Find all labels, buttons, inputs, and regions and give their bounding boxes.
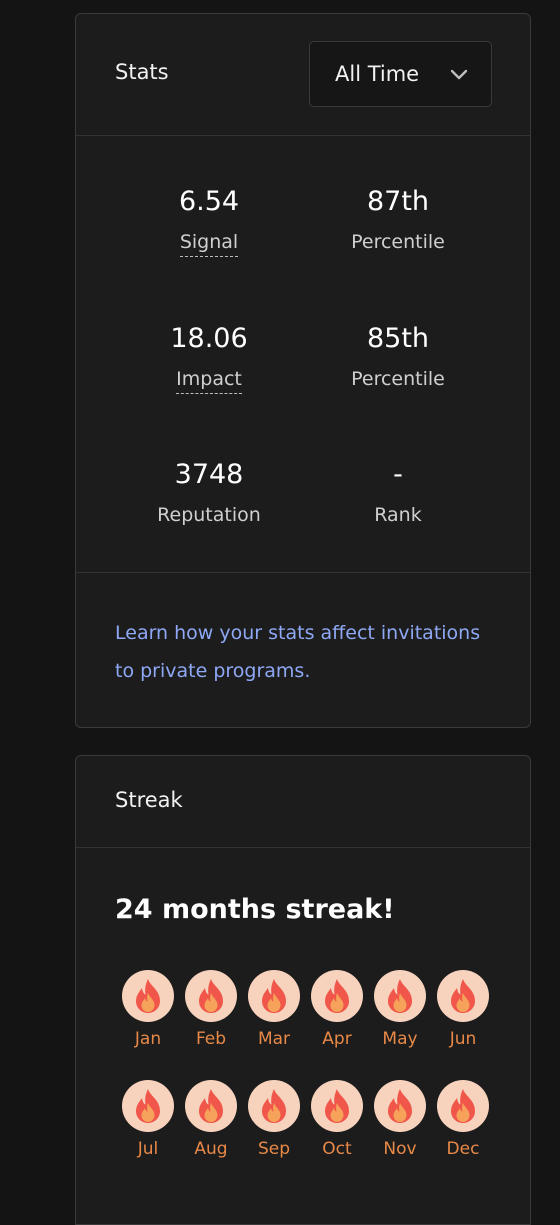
time-range-dropdown[interactable]: All Time: [309, 41, 492, 107]
badge-circle: [374, 970, 426, 1022]
month-badge-aug: Aug: [183, 1080, 239, 1159]
badge-circle: [311, 970, 363, 1022]
fire-icon: [262, 1089, 286, 1123]
month-label: Dec: [446, 1139, 480, 1159]
month-label: Jun: [449, 1029, 477, 1049]
month-badge-jan: Jan: [120, 970, 176, 1049]
reputation-label: Reputation: [157, 504, 261, 526]
impact-percentile-stat: 85th Percentile: [298, 323, 498, 391]
stats-header: Stats All Time: [76, 14, 530, 136]
rank-label: Rank: [374, 504, 422, 526]
signal-label[interactable]: Signal: [179, 230, 239, 257]
month-label: Nov: [383, 1139, 417, 1159]
badge-circle: [311, 1080, 363, 1132]
fire-icon: [136, 979, 160, 1013]
month-badge-mar: Mar: [246, 970, 302, 1049]
fire-icon: [199, 1089, 223, 1123]
time-range-value: All Time: [335, 62, 420, 86]
month-label: Jul: [137, 1139, 159, 1159]
stats-card: Stats All Time 6.54 Signal 87th Percenti…: [75, 13, 531, 728]
impact-percentile-label: Percentile: [351, 368, 445, 390]
month-label: Oct: [322, 1139, 352, 1159]
month-label: Mar: [257, 1029, 291, 1049]
fire-icon: [262, 979, 286, 1013]
month-label: Jan: [134, 1029, 162, 1049]
stats-title: Stats: [115, 60, 169, 84]
impact-value: 18.06: [170, 323, 248, 354]
month-label: Apr: [322, 1029, 352, 1049]
month-badge-may: May: [372, 970, 428, 1049]
streak-card: Streak 24 months streak! Jan Feb Mar Apr May…: [75, 755, 531, 1225]
badge-circle: [437, 970, 489, 1022]
month-label: May: [382, 1029, 418, 1049]
streak-header: Streak: [76, 756, 530, 848]
month-label: Feb: [195, 1029, 227, 1049]
month-badge-apr: Apr: [309, 970, 365, 1049]
reputation-value: 3748: [174, 459, 244, 490]
badge-circle: [248, 970, 300, 1022]
month-badge-feb: Feb: [183, 970, 239, 1049]
signal-percentile-stat: 87th Percentile: [298, 186, 498, 254]
rank-value: -: [393, 459, 403, 490]
fire-icon: [199, 979, 223, 1013]
signal-percentile-value: 87th: [366, 186, 430, 217]
learn-stats-link[interactable]: Learn how your stats affect invitations …: [115, 614, 505, 690]
fire-icon: [451, 979, 475, 1013]
month-badge-jun: Jun: [435, 970, 491, 1049]
month-badge-sep: Sep: [246, 1080, 302, 1159]
badge-circle: [122, 1080, 174, 1132]
badge-circle: [185, 970, 237, 1022]
month-label: Sep: [257, 1139, 291, 1159]
month-badge-nov: Nov: [372, 1080, 428, 1159]
fire-icon: [325, 1089, 349, 1123]
badge-circle: [437, 1080, 489, 1132]
month-badge-oct: Oct: [309, 1080, 365, 1159]
impact-label[interactable]: Impact: [176, 367, 242, 394]
fire-icon: [451, 1089, 475, 1123]
badge-circle: [185, 1080, 237, 1132]
streak-heading: 24 months streak!: [115, 894, 395, 925]
fire-icon: [388, 979, 412, 1013]
reputation-stat: 3748 Reputation: [109, 459, 309, 527]
fire-icon: [388, 1089, 412, 1123]
stats-grid: 6.54 Signal 87th Percentile 18.06 Impact…: [76, 136, 530, 573]
rank-stat: - Rank: [298, 459, 498, 527]
badge-circle: [248, 1080, 300, 1132]
signal-percentile-label: Percentile: [351, 231, 445, 253]
impact-stat: 18.06 Impact: [109, 323, 309, 394]
fire-icon: [136, 1089, 160, 1123]
badge-circle: [122, 970, 174, 1022]
signal-stat: 6.54 Signal: [109, 186, 309, 257]
chevron-down-icon: [450, 69, 468, 80]
signal-value: 6.54: [178, 186, 240, 217]
badge-circle: [374, 1080, 426, 1132]
month-label: Aug: [194, 1139, 228, 1159]
month-badge-jul: Jul: [120, 1080, 176, 1159]
impact-percentile-value: 85th: [366, 323, 430, 354]
streak-title: Streak: [115, 788, 183, 812]
month-badge-dec: Dec: [435, 1080, 491, 1159]
fire-icon: [325, 979, 349, 1013]
